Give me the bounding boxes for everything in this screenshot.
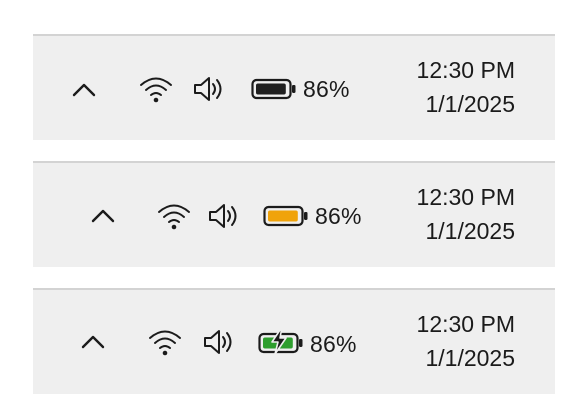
battery-percent: 86% [303, 76, 350, 102]
wifi-icon[interactable] [156, 201, 192, 231]
chevron-up-icon[interactable] [90, 208, 116, 224]
charging-bolt-icon [271, 326, 287, 355]
speaker-icon[interactable] [207, 201, 243, 231]
clock-date: 1/1/2025 [425, 345, 515, 371]
taskbar-tray-normal: 86% 12:30 PM 1/1/2025 [33, 34, 555, 140]
battery-charging-icon[interactable] [258, 326, 304, 355]
battery-percent: 86% [310, 331, 357, 357]
battery-percent: 86% [315, 203, 362, 229]
wifi-icon[interactable] [138, 74, 174, 104]
wifi-icon[interactable] [147, 327, 183, 357]
battery-saver-icon[interactable] [263, 202, 309, 230]
clock-date: 1/1/2025 [425, 91, 515, 117]
clock-time: 12:30 PM [416, 311, 515, 337]
clock[interactable]: 12:30 PM 1/1/2025 [375, 53, 515, 121]
clock[interactable]: 12:30 PM 1/1/2025 [375, 180, 515, 248]
taskbar-tray-battery-saver: 86% 12:30 PM 1/1/2025 [33, 161, 555, 267]
clock-time: 12:30 PM [416, 57, 515, 83]
clock-time: 12:30 PM [416, 184, 515, 210]
speaker-icon[interactable] [202, 327, 238, 357]
clock-date: 1/1/2025 [425, 218, 515, 244]
chevron-up-icon[interactable] [80, 334, 106, 350]
clock[interactable]: 12:30 PM 1/1/2025 [375, 307, 515, 375]
taskbar-tray-charging: 86% 12:30 PM 1/1/2025 [33, 288, 555, 394]
battery-icon[interactable] [251, 75, 297, 103]
speaker-icon[interactable] [192, 74, 228, 104]
chevron-up-icon[interactable] [71, 82, 97, 98]
